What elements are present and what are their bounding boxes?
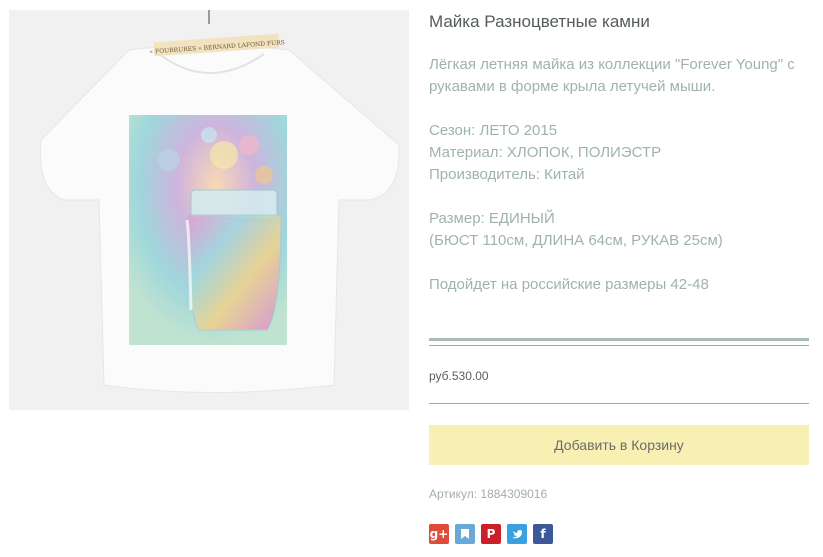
google-plus-glyph: g+	[429, 527, 449, 541]
description-material: Материал: ХЛОПОК, ПОЛИЭСТР	[429, 144, 662, 161]
product-image[interactable]: « FOURRURES » BERNARD LAFOND FURS	[9, 10, 409, 410]
divider	[429, 403, 809, 404]
divider	[429, 345, 809, 346]
product-description: Лёгкая летняя майка из коллекции "Foreve…	[429, 54, 801, 296]
facebook-glyph: f	[540, 527, 546, 541]
description-size-details: (БЮСТ 110см, ДЛИНА 64см, РУКАВ 25см)	[429, 232, 723, 249]
description-manufacturer: Производитель: Китай	[429, 166, 585, 183]
twitter-icon[interactable]	[507, 524, 527, 544]
description-size: Размер: ЕДИНЫЙ	[429, 210, 555, 227]
google-plus-icon[interactable]: g+	[429, 524, 449, 544]
add-to-cart-button[interactable]: Добавить в Корзину	[429, 425, 809, 465]
product-sku: Артикул: 1884309016	[429, 487, 548, 501]
bookmark-icon[interactable]	[455, 524, 475, 544]
description-intro: Лёгкая летняя майка из коллекции "Foreve…	[429, 56, 795, 95]
divider-thick	[429, 338, 809, 341]
pinterest-glyph: P	[486, 527, 496, 541]
description-russian-sizes: Подойдет на российские размеры 42-48	[429, 276, 709, 293]
product-title: Майка Разноцветные камни	[429, 12, 650, 31]
pinterest-icon[interactable]: P	[481, 524, 501, 544]
social-share-bar: g+ P f	[429, 524, 553, 544]
product-price: руб.530.00	[429, 369, 489, 383]
facebook-icon[interactable]: f	[533, 524, 553, 544]
description-season: Сезон: ЛЕТО 2015	[429, 122, 558, 139]
